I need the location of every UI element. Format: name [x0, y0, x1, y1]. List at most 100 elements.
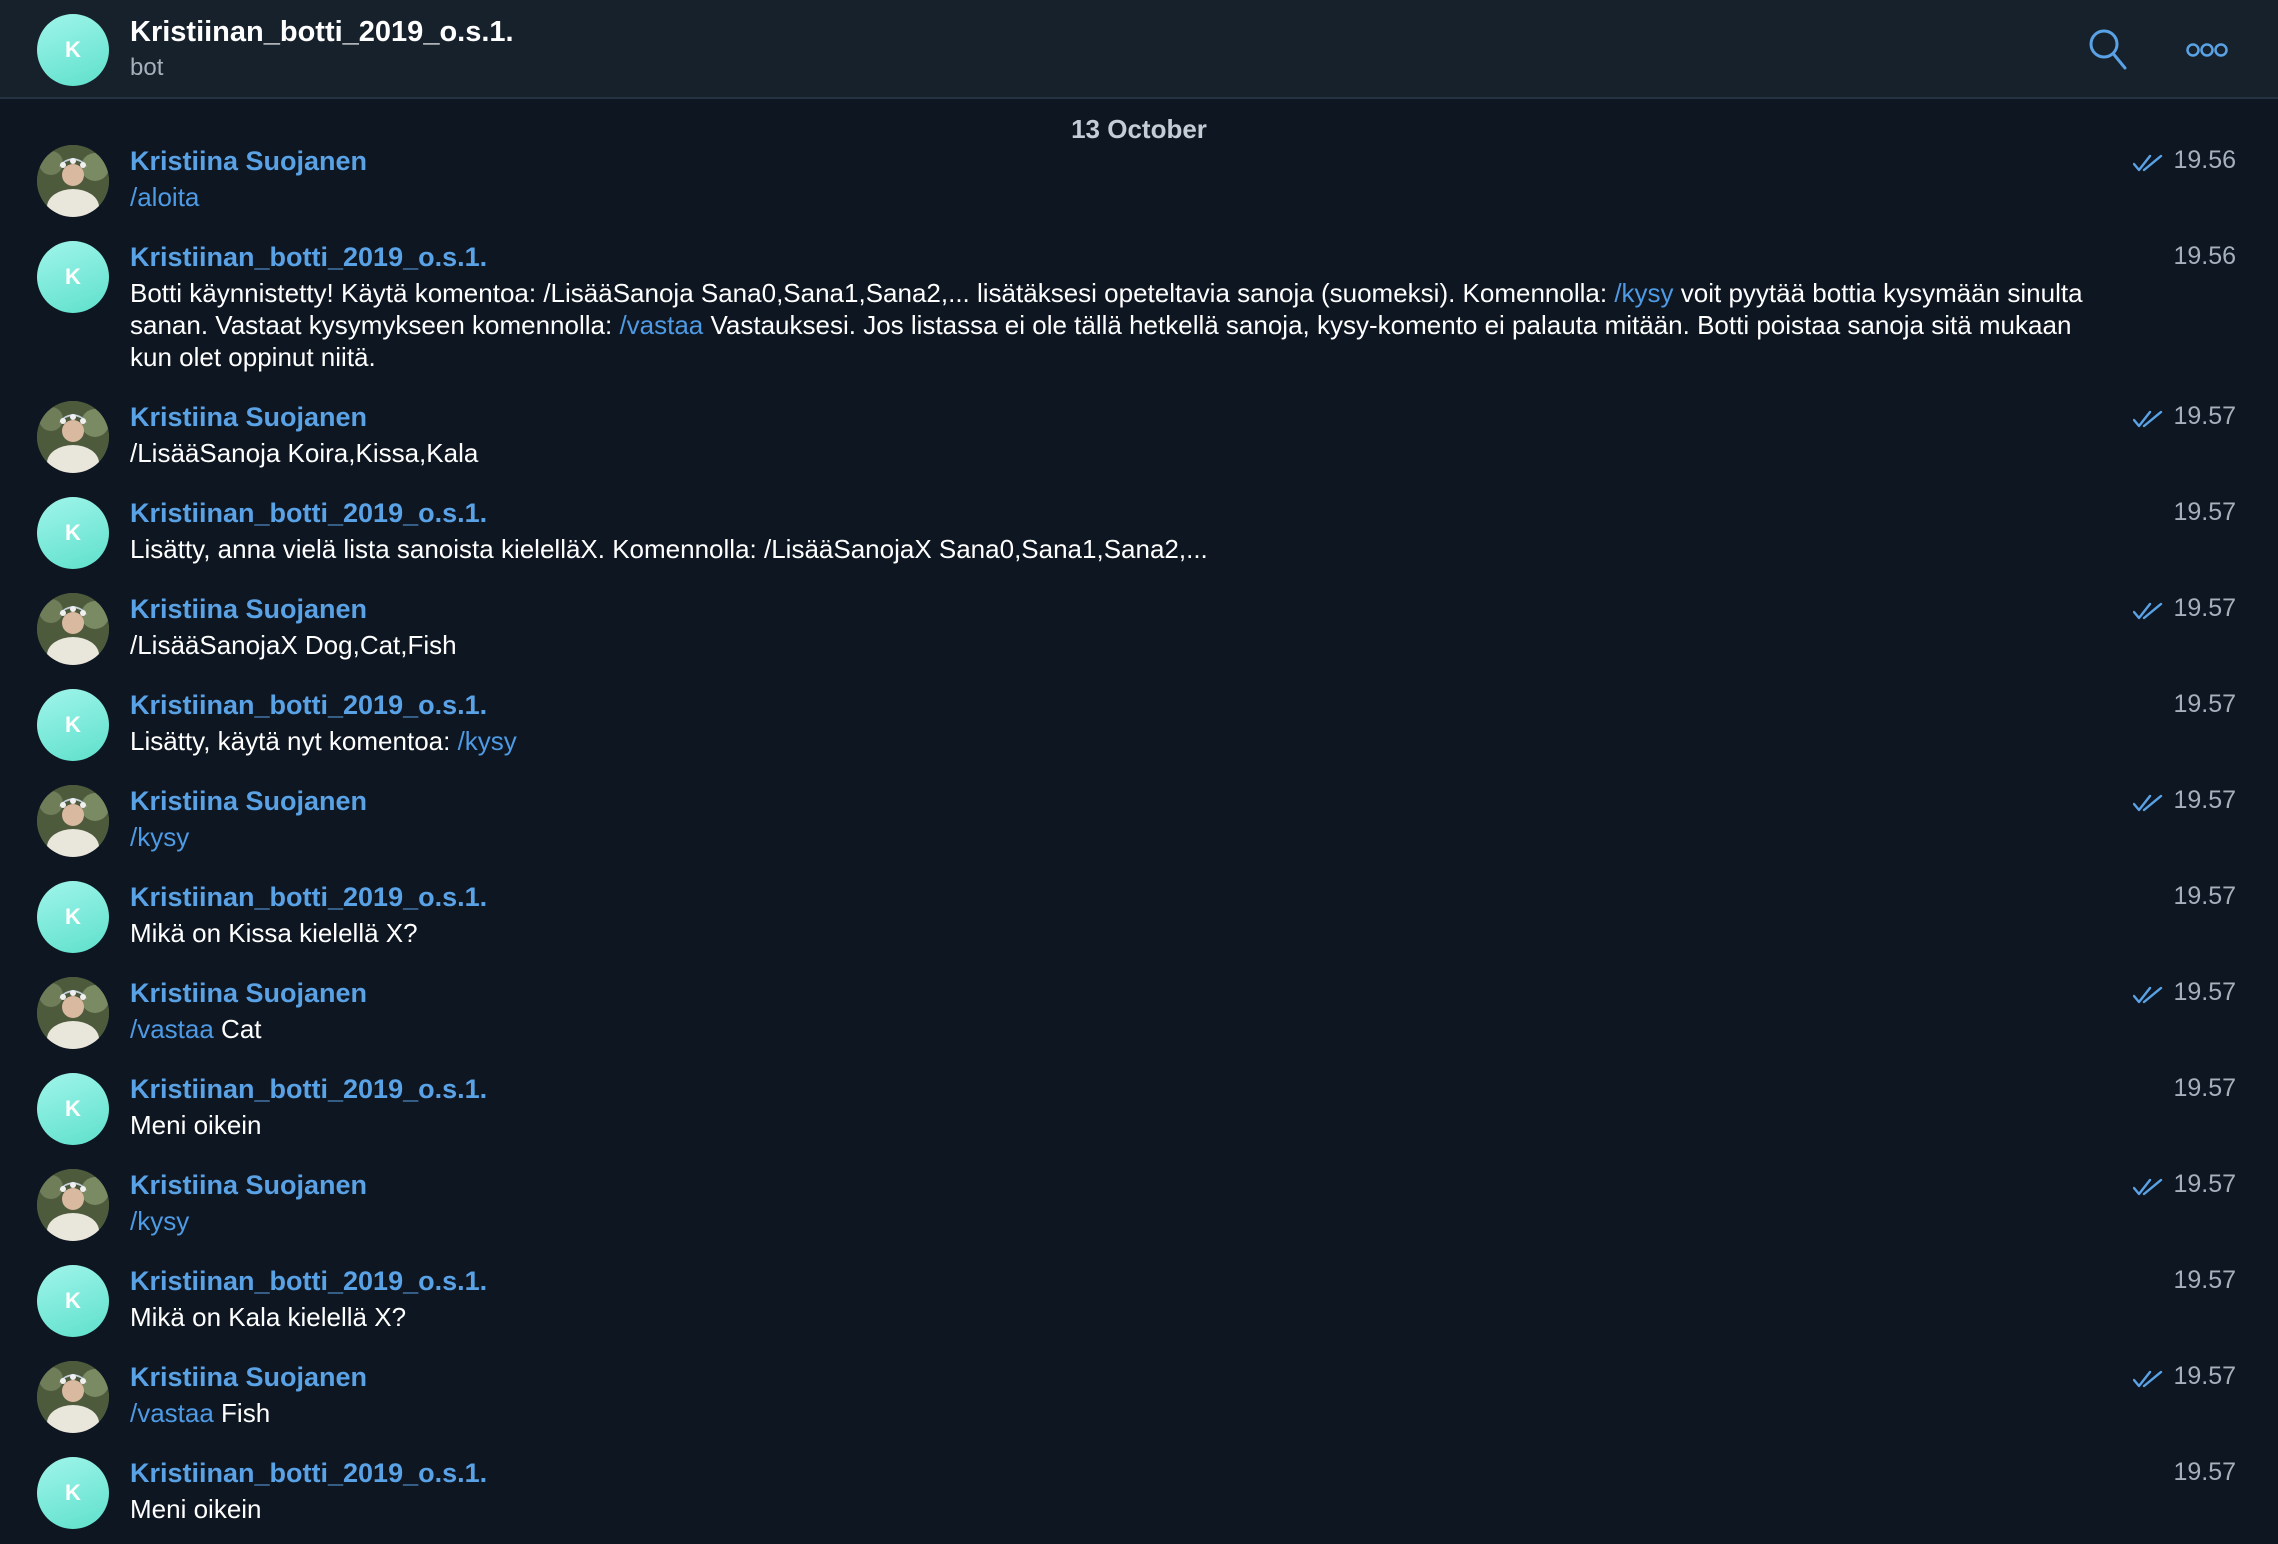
time-label: 19.57: [2173, 1170, 2236, 1198]
user-avatar[interactable]: [37, 593, 109, 665]
time-label: 19.57: [2173, 402, 2236, 430]
double-check-icon: [2133, 407, 2163, 427]
double-check-icon: [2133, 599, 2163, 619]
message-text-segment: Mikä on Kala kielellä X?: [130, 1302, 407, 1332]
message-time: 19.57: [2173, 882, 2236, 911]
double-check-icon: [2133, 1175, 2163, 1195]
message-time: 19.56: [2173, 242, 2236, 271]
sender-name[interactable]: Kristiina Suojanen: [130, 594, 367, 625]
message-text-segment: Fish: [213, 1398, 271, 1428]
command-link[interactable]: /kysy: [1614, 278, 1673, 308]
message-time: 19.57: [2133, 786, 2236, 815]
search-icon[interactable]: [2088, 28, 2128, 72]
double-check-icon: [2133, 1367, 2163, 1387]
message-time: 19.57: [2173, 1266, 2236, 1295]
message-text: /LisääSanoja Koira,Kissa,Kala: [130, 437, 2090, 469]
avatar-letter: K: [65, 37, 81, 62]
time-label: 19.57: [2173, 690, 2236, 718]
bot-avatar[interactable]: K: [37, 1457, 109, 1529]
message-time: 19.57: [2173, 1458, 2236, 1487]
sender-name[interactable]: Kristiinan_botti_2019_o.s.1.: [130, 1266, 487, 1297]
message-text: Mikä on Kala kielellä X?: [130, 1301, 2090, 1333]
message-text: Mikä on Kissa kielellä X?: [130, 917, 2090, 949]
sender-name[interactable]: Kristiinan_botti_2019_o.s.1.: [130, 242, 487, 273]
sender-name[interactable]: Kristiina Suojanen: [130, 402, 367, 433]
command-link[interactable]: /kysy: [130, 1206, 189, 1236]
chat-title[interactable]: Kristiinan_botti_2019_o.s.1.: [130, 16, 514, 49]
message-time: 19.57: [2133, 594, 2236, 623]
bot-avatar[interactable]: K: [37, 241, 109, 313]
message-text: /vastaa Cat: [130, 1013, 2090, 1045]
time-label: 19.57: [2173, 978, 2236, 1006]
double-check-icon: [2133, 151, 2163, 171]
sender-name[interactable]: Kristiinan_botti_2019_o.s.1.: [130, 1458, 487, 1489]
time-label: 19.57: [2173, 498, 2236, 526]
avatar-letter: K: [65, 1288, 81, 1313]
sender-name[interactable]: Kristiina Suojanen: [130, 786, 367, 817]
command-link[interactable]: /vastaa: [130, 1014, 214, 1044]
chat-header: K Kristiinan_botti_2019_o.s.1. bot: [0, 0, 2278, 99]
avatar-letter: K: [65, 520, 81, 545]
message-text: Meni oikein: [130, 1493, 2090, 1525]
message-time: 19.57: [2173, 690, 2236, 719]
double-check-icon: [2133, 791, 2163, 811]
user-avatar[interactable]: [37, 977, 109, 1049]
sender-name[interactable]: Kristiinan_botti_2019_o.s.1.: [130, 498, 487, 529]
time-label: 19.57: [2173, 594, 2236, 622]
command-link[interactable]: /kysy: [458, 726, 517, 756]
sender-name[interactable]: Kristiinan_botti_2019_o.s.1.: [130, 1074, 487, 1105]
command-link[interactable]: /aloita: [130, 182, 199, 212]
avatar-letter: K: [65, 904, 81, 929]
more-icon[interactable]: [2186, 38, 2228, 62]
bot-avatar[interactable]: K: [37, 1073, 109, 1145]
message-text: Botti käynnistetty! Käytä komentoa: /Lis…: [130, 277, 2090, 373]
command-link[interactable]: /vastaa: [619, 310, 703, 340]
message-text: /vastaa Fish: [130, 1397, 2090, 1429]
message-time: 19.57: [2133, 402, 2236, 431]
avatar-letter: K: [65, 1096, 81, 1121]
message-text-segment: /LisääSanoja Koira,Kissa,Kala: [130, 438, 479, 468]
user-avatar[interactable]: [37, 1361, 109, 1433]
message-text: /LisääSanojaX Dog,Cat,Fish: [130, 629, 2090, 661]
time-label: 19.56: [2173, 146, 2236, 174]
avatar-letter: K: [65, 1480, 81, 1505]
message-time: 19.57: [2133, 1362, 2236, 1391]
user-avatar[interactable]: [37, 1169, 109, 1241]
message-time: 19.57: [2173, 498, 2236, 527]
chat-avatar[interactable]: K: [37, 14, 109, 86]
message-text-segment: Lisätty, anna vielä lista sanoista kiele…: [130, 534, 1208, 564]
sender-name[interactable]: Kristiina Suojanen: [130, 978, 367, 1009]
chat-status: bot: [130, 54, 164, 81]
user-avatar[interactable]: [37, 785, 109, 857]
command-link[interactable]: /vastaa: [130, 1398, 214, 1428]
bot-avatar[interactable]: K: [37, 1265, 109, 1337]
message-time: 19.57: [2133, 978, 2236, 1007]
message-text-segment: Lisätty, käytä nyt komentoa:: [130, 726, 458, 756]
command-link[interactable]: /kysy: [130, 822, 189, 852]
user-avatar[interactable]: [37, 145, 109, 217]
message-text-segment: Mikä on Kissa kielellä X?: [130, 918, 418, 948]
sender-name[interactable]: Kristiinan_botti_2019_o.s.1.: [130, 882, 487, 913]
time-label: 19.57: [2173, 786, 2236, 814]
message-text-segment: Meni oikein: [130, 1110, 262, 1140]
time-label: 19.57: [2173, 882, 2236, 910]
sender-name[interactable]: Kristiinan_botti_2019_o.s.1.: [130, 690, 487, 721]
sender-name[interactable]: Kristiina Suojanen: [130, 1170, 367, 1201]
double-check-icon: [2133, 983, 2163, 1003]
message-text: Lisätty, anna vielä lista sanoista kiele…: [130, 533, 2090, 565]
time-label: 19.57: [2173, 1266, 2236, 1294]
bot-avatar[interactable]: K: [37, 497, 109, 569]
sender-name[interactable]: Kristiina Suojanen: [130, 146, 367, 177]
sender-name[interactable]: Kristiina Suojanen: [130, 1362, 367, 1393]
message-text: Lisätty, käytä nyt komentoa: /kysy: [130, 725, 2090, 757]
time-label: 19.57: [2173, 1458, 2236, 1486]
bot-avatar[interactable]: K: [37, 881, 109, 953]
message-text: /aloita: [130, 181, 2090, 213]
message-text-segment: Meni oikein: [130, 1494, 262, 1524]
avatar-letter: K: [65, 264, 81, 289]
bot-avatar[interactable]: K: [37, 689, 109, 761]
message-text: /kysy: [130, 821, 2090, 853]
message-text-segment: Cat: [213, 1014, 262, 1044]
user-avatar[interactable]: [37, 401, 109, 473]
time-label: 19.56: [2173, 242, 2236, 270]
